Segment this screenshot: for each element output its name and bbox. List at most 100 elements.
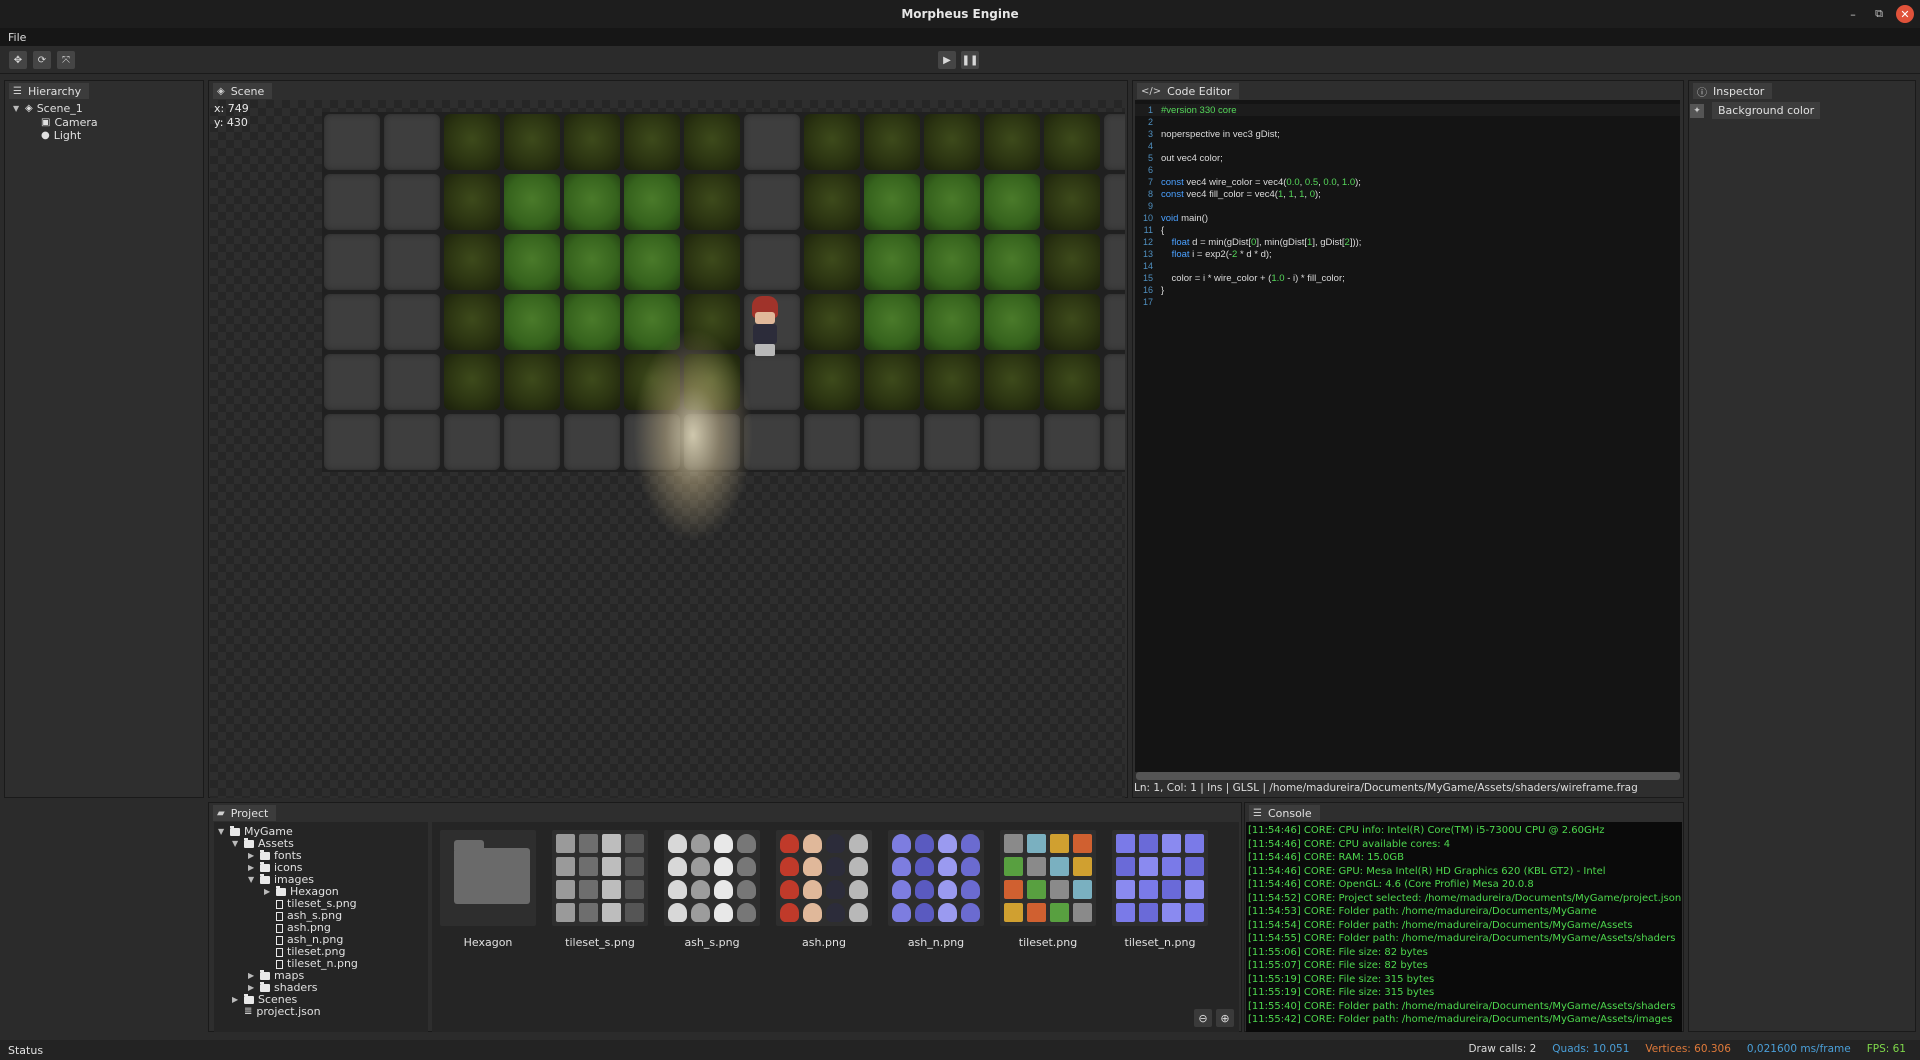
file-icon <box>276 947 283 957</box>
code-line: 8 const vec4 fill_color = vec4(1, 1, 1, 0… <box>1147 189 1321 200</box>
map-tile <box>504 174 560 230</box>
zoom-in-button[interactable]: ⊕ <box>1216 1009 1234 1027</box>
map-tile <box>864 294 920 350</box>
code-line: 12 float d = min(gDist[0], min(gDist[1],… <box>1142 237 1362 248</box>
sprite-frame <box>668 903 687 922</box>
tree-item-project-json[interactable]: ≣ project.json <box>244 1006 321 1018</box>
map-tile <box>1044 174 1100 230</box>
sprite-frame <box>892 834 911 853</box>
asset-tileset-s[interactable]: tileset_s.png <box>548 830 652 949</box>
move-tool-button[interactable]: ✥ <box>9 51 27 69</box>
editor-status-line: Ln: 1, Col: 1 | Ins | GLSL | /home/madur… <box>1134 782 1638 794</box>
tab-scene[interactable]: ◈ Scene <box>213 83 273 99</box>
tab-hierarchy[interactable]: ☰ Hierarchy <box>9 83 90 99</box>
zoom-in-icon: ⊕ <box>1220 1011 1230 1025</box>
console-output[interactable]: [11:54:46] CORE: CPU info: Intel(R) Core… <box>1246 822 1682 1032</box>
console-line: [11:54:46] CORE: CPU available cores: 4 <box>1248 838 1451 850</box>
list-icon: ☰ <box>1253 807 1262 819</box>
zoom-out-button[interactable]: ⊖ <box>1194 1009 1212 1027</box>
map-tile <box>324 354 380 410</box>
background-color-button[interactable]: Background color <box>1712 102 1821 119</box>
map-tile <box>324 414 380 470</box>
console-line: [11:54:46] CORE: CPU info: Intel(R) Core… <box>1248 825 1605 836</box>
close-button[interactable]: ✕ <box>1896 5 1914 23</box>
map-tile <box>924 234 980 290</box>
sprite-frame <box>780 857 799 876</box>
play-icon: ▶ <box>943 54 951 66</box>
tab-code-editor[interactable]: </> Code Editor <box>1137 83 1240 99</box>
sprite-frame <box>737 880 756 899</box>
tree-item-label: project.json <box>256 1005 321 1018</box>
asset-tileset[interactable]: tileset.png <box>996 830 1100 949</box>
map-tile <box>804 294 860 350</box>
sprite-frame <box>1162 880 1181 899</box>
sprite-frame <box>961 857 980 876</box>
code-text-area[interactable]: 1 #version 330 core 2 3 noperspective in vec… <box>1135 100 1680 772</box>
image-thumbnail <box>552 830 648 926</box>
sprite-frame <box>961 903 980 922</box>
y-coordinate: y: 430 <box>214 116 248 129</box>
sprite-frame <box>915 903 934 922</box>
image-thumbnail <box>1000 830 1096 926</box>
scene-viewport[interactable]: x: 749 y: 430 <box>210 100 1125 798</box>
map-tile <box>564 294 620 350</box>
tree-item-scene[interactable]: ▼ ◈ Scene_1 <box>13 103 83 115</box>
sprite-frame <box>579 903 598 922</box>
fps-counter: FPS: 61 <box>1866 1043 1906 1055</box>
tab-project[interactable]: ▰ Project <box>213 805 277 821</box>
tab-inspector[interactable]: ⓘ Inspector <box>1693 83 1773 99</box>
window-controls: – ⧉ ✕ <box>1844 5 1914 23</box>
code-line: 1 #version 330 core <box>1135 104 1680 116</box>
sprite-frame <box>579 834 598 853</box>
map-tile <box>984 114 1040 170</box>
asset-tileset-n[interactable]: tileset_n.png <box>1108 830 1212 949</box>
menu-file[interactable]: File <box>8 31 26 44</box>
sprite-frame <box>1050 880 1069 899</box>
color-swatch[interactable]: ✦ <box>1690 103 1704 118</box>
play-button[interactable]: ▶ <box>938 51 956 69</box>
map-tile <box>804 234 860 290</box>
sprite-frame <box>668 880 687 899</box>
maximize-button[interactable]: ⧉ <box>1870 5 1888 23</box>
minimize-button[interactable]: – <box>1844 5 1862 23</box>
map-tile <box>624 294 680 350</box>
asset-label: ash.png <box>802 936 846 949</box>
map-tile <box>384 354 440 410</box>
sprite-frame <box>1004 903 1023 922</box>
asset-folder-hexagon[interactable]: Hexagon <box>436 830 540 949</box>
hierarchy-panel: ☰ Hierarchy ▼ ◈ Scene_1 ▣ Camera ● Light <box>4 80 204 798</box>
sprite-frame <box>892 880 911 899</box>
code-line: 9 <box>1147 201 1153 211</box>
file-icon <box>276 935 283 945</box>
asset-ash-n[interactable]: ash_n.png <box>884 830 988 949</box>
sprite-frame <box>602 834 621 853</box>
inspector-background-color: ✦ Background color <box>1690 102 1821 119</box>
map-tile <box>1104 114 1125 170</box>
sprite-frame <box>961 834 980 853</box>
status-text: Status <box>8 1043 44 1057</box>
rotate-tool-button[interactable]: ⟳ <box>33 51 51 69</box>
asset-ash-s[interactable]: ash_s.png <box>660 830 764 949</box>
scale-tool-button[interactable]: ⤧ <box>57 51 75 69</box>
sprite-frame <box>849 834 868 853</box>
pause-button[interactable]: ❚❚ <box>961 51 979 69</box>
sprite-frame <box>826 903 845 922</box>
player-sprite[interactable] <box>744 296 786 358</box>
sprite-frame <box>556 880 575 899</box>
sprite-frame <box>579 857 598 876</box>
folder-icon <box>244 838 254 848</box>
horizontal-scrollbar[interactable] <box>1136 772 1680 780</box>
folder-icon <box>230 826 240 836</box>
cube-icon: ◈ <box>217 85 225 97</box>
sprite-frame <box>1139 857 1158 876</box>
tree-item-light[interactable]: ● Light <box>41 130 81 142</box>
map-tile <box>504 414 560 470</box>
tab-console[interactable]: ☰ Console <box>1249 805 1320 821</box>
code-line: 17 <box>1142 297 1153 307</box>
map-tile <box>744 114 800 170</box>
asset-ash[interactable]: ash.png <box>772 830 876 949</box>
map-tile <box>324 234 380 290</box>
tree-item-camera[interactable]: ▣ Camera <box>41 117 98 129</box>
sprite-frame <box>602 880 621 899</box>
folder-icon <box>276 886 286 896</box>
